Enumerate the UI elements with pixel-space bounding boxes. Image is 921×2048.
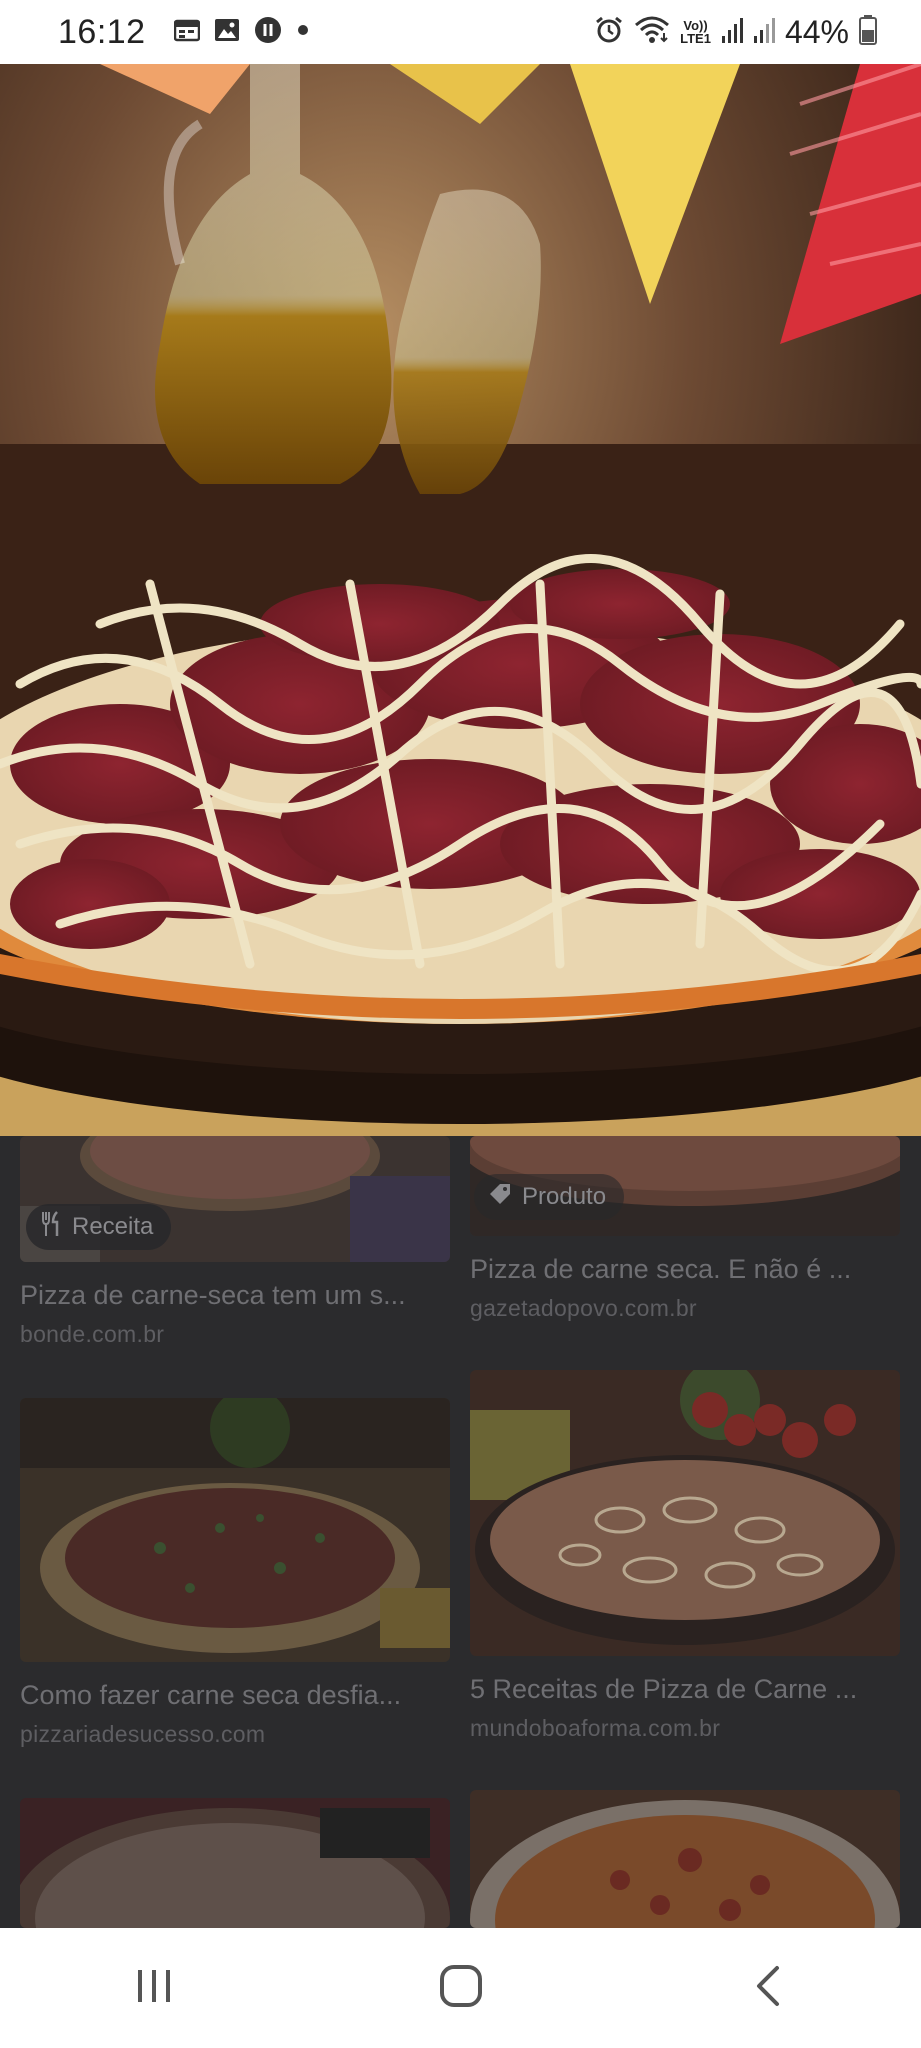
nav-bar (0, 1928, 921, 2048)
signal-icon-2 (753, 16, 775, 49)
result-card[interactable]: Produto Pizza de carne seca. E não é ...… (470, 1136, 900, 1322)
result-source: pizzariadesucesso.com (20, 1721, 266, 1747)
alarm-icon (594, 15, 624, 50)
recent-apps-icon (134, 1966, 174, 2011)
wifi-icon (634, 15, 670, 50)
status-time: 16:12 (58, 12, 146, 51)
back-icon (753, 1964, 783, 2013)
result-title[interactable]: 5 Receitas de Pizza de Carne ... (470, 1674, 900, 1705)
result-thumbnail[interactable] (470, 1370, 900, 1656)
recent-apps-button[interactable] (94, 1948, 214, 2028)
status-bar: 16:12 Vo)) LTE1 44% (0, 0, 921, 64)
result-thumbnail[interactable]: Receita (20, 1136, 450, 1262)
calendar-icon (173, 18, 200, 47)
battery-percent: 44% (784, 13, 849, 50)
result-thumbnail[interactable] (470, 1790, 900, 1928)
tag-icon (488, 1182, 512, 1213)
produto-chip: Produto (474, 1174, 625, 1220)
home-button[interactable] (401, 1948, 521, 2028)
result-card[interactable]: 5 Receitas de Pizza de Carne ... mundobo… (470, 1370, 900, 1742)
back-button[interactable] (708, 1948, 828, 2028)
result-thumbnail[interactable] (20, 1798, 450, 1928)
result-thumbnail[interactable]: Produto (470, 1136, 900, 1236)
result-source: bonde.com.br (20, 1321, 165, 1347)
result-card[interactable] (470, 1790, 900, 1928)
lte-label: LTE1 (680, 31, 711, 46)
shazam-icon (254, 16, 282, 49)
pizza-thumbnail (470, 1790, 900, 1928)
image-icon (214, 18, 240, 47)
pizza-thumbnail (470, 1370, 900, 1656)
pizza-photo (0, 64, 921, 1136)
network-type: Vo)) LTE1 (680, 19, 711, 45)
receita-chip: Receita (26, 1204, 172, 1250)
result-card[interactable] (20, 1798, 450, 1928)
result-card[interactable]: Como fazer carne seca desfia... pizzaria… (20, 1398, 450, 1748)
pizza-thumbnail (20, 1398, 450, 1662)
results-grid: Receita Pizza de carne-seca tem um s... … (0, 1136, 921, 1928)
battery-icon (859, 14, 877, 50)
status-left-icons (173, 16, 310, 49)
status-right-icons: Vo)) LTE1 44% (594, 14, 877, 51)
home-icon (439, 1964, 483, 2013)
result-thumbnail[interactable] (20, 1398, 450, 1662)
chip-label: Receita (72, 1213, 154, 1240)
result-source: mundoboaforma.com.br (470, 1715, 721, 1741)
signal-icon (721, 16, 743, 49)
hero-image[interactable] (0, 64, 921, 1136)
chip-label: Produto (522, 1183, 607, 1210)
screen: 16:12 Vo)) LTE1 44% Receita Pizza de car… (0, 0, 921, 2048)
fork-knife-icon (40, 1210, 62, 1244)
dot-icon (296, 23, 310, 42)
result-title[interactable]: Pizza de carne-seca tem um s... (20, 1280, 450, 1311)
result-card[interactable]: Receita Pizza de carne-seca tem um s... … (20, 1136, 450, 1348)
result-source: gazetadopovo.com.br (470, 1295, 697, 1321)
result-title[interactable]: Pizza de carne seca. E não é ... (470, 1254, 900, 1285)
pizza-thumbnail (20, 1798, 450, 1928)
result-title[interactable]: Como fazer carne seca desfia... (20, 1680, 450, 1711)
